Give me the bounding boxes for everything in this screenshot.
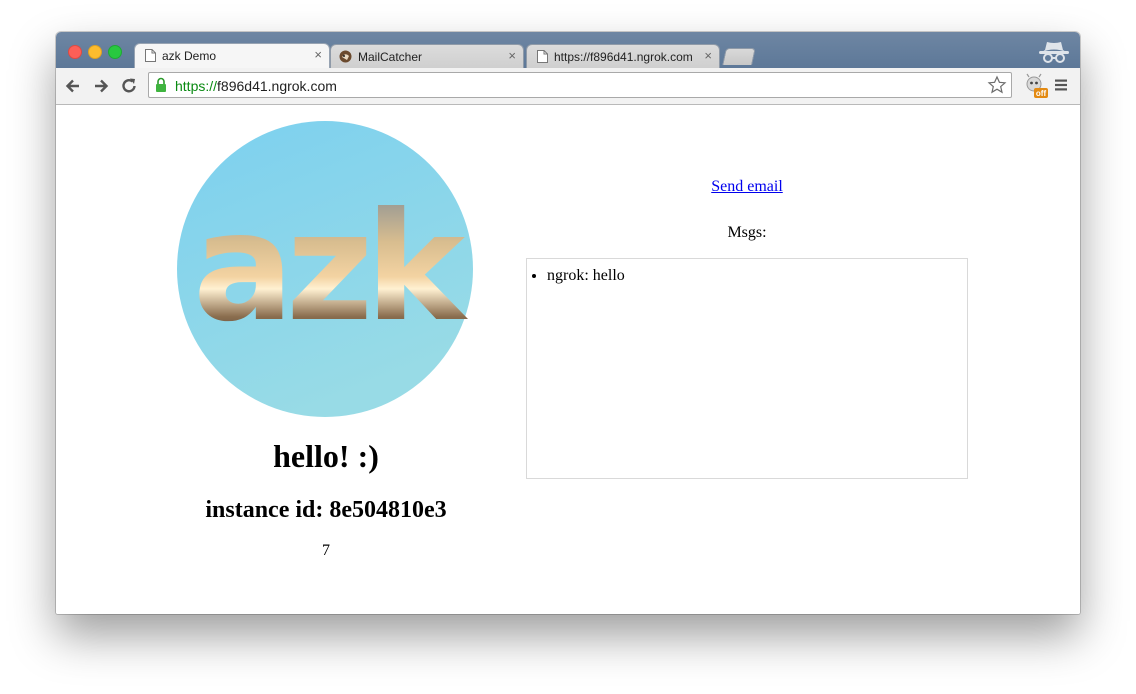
forward-arrow-icon[interactable] [91,76,111,96]
close-tab-icon[interactable]: × [508,49,516,63]
azk-logo: azk [177,121,474,417]
close-tab-icon[interactable]: × [704,49,712,63]
back-arrow-icon[interactable] [63,76,83,96]
tab-azk-demo[interactable]: azk Demo × [134,43,330,68]
page-heading: hello! :) [273,438,379,474]
bookmark-star-icon[interactable] [987,75,1007,95]
tab-strip: azk Demo × MailCatcher × https://f896d41… [56,32,1080,68]
extension-badge: off [1036,89,1047,98]
browser-window: azk Demo × MailCatcher × https://f896d41… [56,32,1080,614]
send-email-link[interactable]: Send email [711,178,783,195]
tab-ngrok-url[interactable]: https://f896d41.ngrok.com × [526,44,720,68]
close-tab-icon[interactable]: × [314,48,322,62]
mailcatcher-icon [339,50,352,63]
messages-list: ngrok: hello [527,266,967,286]
tab-mailcatcher[interactable]: MailCatcher × [330,44,524,68]
close-window-button[interactable] [68,45,82,59]
incognito-icon [1039,42,1069,63]
request-counter: 7 [322,542,330,559]
url-scheme: https:// [175,78,218,94]
message-item: ngrok: hello [547,266,967,286]
maximize-window-button[interactable] [108,45,122,59]
address-bar[interactable]: https://f896d41.ngrok.com [148,72,1012,98]
logo-text: azk [193,181,469,355]
url-text: https://f896d41.ngrok.com [175,78,337,94]
page-content: azk hello! :) instance id: 8e504810e3 7 … [56,105,1080,614]
messages-box: ngrok: hello [526,258,968,479]
msgs-label: Msgs: [727,224,767,241]
extension-icon[interactable]: off [1024,73,1048,99]
tab-title: MailCatcher [358,50,423,64]
page-icon [145,49,156,62]
url-host: f896d41.ngrok.com [217,78,337,94]
lock-icon [156,77,166,92]
menu-icon[interactable] [1054,78,1068,92]
new-tab-button[interactable] [722,48,756,65]
send-email-container: Send email [526,178,968,196]
tab-title: https://f896d41.ngrok.com [554,50,693,64]
reload-icon[interactable] [119,76,139,96]
tab-title: azk Demo [162,49,217,63]
page-icon [537,50,548,63]
instance-id: instance id: 8e504810e3 [205,497,447,523]
minimize-window-button[interactable] [88,45,102,59]
browser-toolbar: https://f896d41.ngrok.com off [56,68,1080,105]
